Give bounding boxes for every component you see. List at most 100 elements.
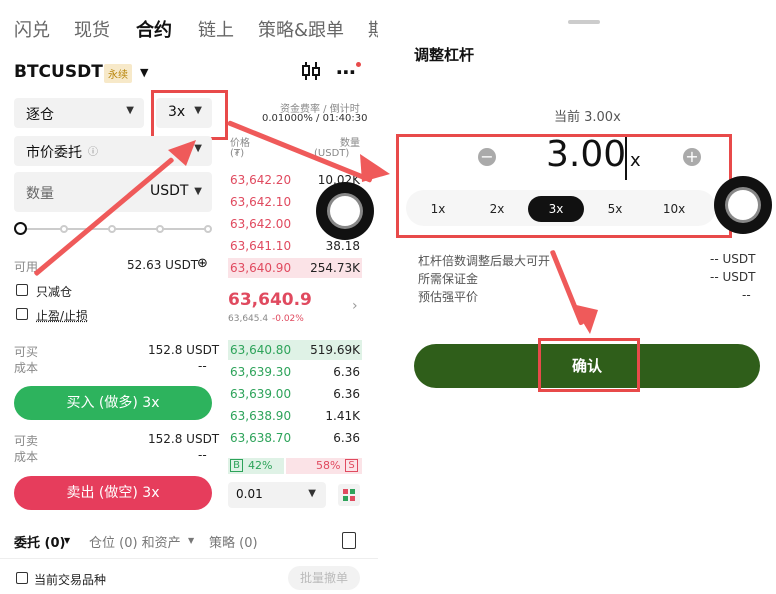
cost-value: -- xyxy=(198,359,207,373)
orderbook-layout-button[interactable] xyxy=(338,484,360,506)
buy-long-button[interactable]: 买入 (做多) 3x xyxy=(14,386,212,420)
price-unit: (₮) xyxy=(230,148,245,159)
ask-row[interactable]: 63,640.90 254.73K xyxy=(228,258,362,278)
chevron-down-icon: ▼ xyxy=(308,488,316,499)
tp-sl-checkbox[interactable] xyxy=(16,308,28,320)
slider-stop[interactable] xyxy=(60,225,68,233)
slider-stop[interactable] xyxy=(108,225,116,233)
candlestick-icon[interactable] xyxy=(300,60,322,82)
buy-ratio-tag: B xyxy=(230,459,243,472)
tp-sl-label: 止盈/止损 xyxy=(36,309,89,323)
cost2-label: 成本 xyxy=(14,450,39,464)
ask-price: 63,642.10 xyxy=(230,195,292,209)
order-type-value: 市价委托 xyxy=(26,145,82,161)
ask-price: 63,640.90 xyxy=(230,261,292,275)
ask-price: 63,641.10 xyxy=(230,239,292,253)
price-header: 价格 xyxy=(230,138,250,149)
reduce-only-label: 只减仓 xyxy=(36,285,73,299)
bid-price: 63,639.30 xyxy=(230,365,292,379)
panel-gap xyxy=(378,0,392,594)
chevron-down-icon: ▼ xyxy=(126,105,134,116)
current-pair-checkbox[interactable] xyxy=(16,572,28,584)
annotation-box-confirm xyxy=(538,338,640,392)
qty-header: 数量 xyxy=(340,138,360,149)
history-icon[interactable] xyxy=(342,532,356,549)
quantity-unit[interactable]: USDT xyxy=(150,183,188,199)
trading-panel: 闪兑 现货 合约 链上 策略&跟单 期 BTCUSDT 永续 ▼ ⋯ 逐仓 ▼ … xyxy=(0,0,386,594)
annotation-box-leverage-input xyxy=(396,134,732,238)
bid-row[interactable]: 63,640.80 519.69K xyxy=(228,340,362,360)
leverage-modal: 调整杠杆 当前 3.00x − 3.00 x + 1x 2x 3x 5x 10x… xyxy=(392,0,776,594)
drag-handle[interactable] xyxy=(568,20,600,24)
pair-dropdown-icon[interactable]: ▼ xyxy=(140,66,148,79)
tab-spot[interactable]: 现货 xyxy=(74,16,110,42)
last-price: 63,640.9 xyxy=(228,290,312,310)
floating-assistive-button[interactable] xyxy=(714,176,772,234)
current-leverage: 当前 3.00x xyxy=(554,110,621,125)
funding-value: 0.01000% / 01:40:30 xyxy=(262,113,368,124)
layout-icon xyxy=(343,489,348,494)
tab-strategy[interactable]: 策略&跟单 xyxy=(258,16,344,42)
tab-onchain[interactable]: 链上 xyxy=(198,16,234,42)
slider-stop[interactable] xyxy=(204,225,212,233)
notification-dot xyxy=(356,62,361,67)
bid-qty: 6.36 xyxy=(333,387,360,401)
annotation-arrowhead-icon xyxy=(168,140,196,166)
tick-size-select[interactable]: 0.01 ▼ xyxy=(228,482,326,508)
tab-swap[interactable]: 闪兑 xyxy=(14,16,50,42)
tab-orders[interactable]: 委托 (0) xyxy=(14,532,65,551)
bid-qty: 1.41K xyxy=(325,409,360,423)
tab-futures[interactable]: 合约 xyxy=(136,16,172,42)
bid-row[interactable]: 63,638.70 6.36 xyxy=(228,428,362,448)
bid-row[interactable]: 63,639.00 6.36 xyxy=(228,384,362,404)
tab-strategies[interactable]: 策略 (0) xyxy=(209,532,258,551)
annotation-arrowhead-icon xyxy=(572,304,598,334)
bid-row[interactable]: 63,639.30 6.36 xyxy=(228,362,362,382)
sell-short-button[interactable]: 卖出 (做空) 3x xyxy=(14,476,212,510)
sell-ratio-tag: S xyxy=(345,459,358,472)
ask-price: 63,642.00 xyxy=(230,217,292,231)
ask-qty: 38.18 xyxy=(325,239,360,253)
tick-size-value: 0.01 xyxy=(236,487,263,501)
chevron-down-icon: ▼ xyxy=(64,536,71,545)
chevron-right-icon[interactable]: › xyxy=(352,298,358,314)
available-value: 52.63 USDT xyxy=(127,258,199,272)
pair-name[interactable]: BTCUSDT xyxy=(14,62,103,82)
can-sell-label: 可卖 xyxy=(14,434,39,448)
reduce-only-checkbox[interactable] xyxy=(16,284,28,296)
bid-qty: 519.69K xyxy=(310,343,360,357)
bid-row[interactable]: 63,638.90 1.41K xyxy=(228,406,362,426)
more-icon[interactable]: ⋯ xyxy=(336,60,357,84)
info-value: -- USDT xyxy=(710,252,756,266)
slider-stop[interactable] xyxy=(156,225,164,233)
ask-price: 63,642.20 xyxy=(230,173,292,187)
bid-qty: 6.36 xyxy=(333,365,360,379)
info-icon[interactable]: ⓘ xyxy=(88,143,98,158)
slider-knob[interactable] xyxy=(14,222,27,235)
annotation-arrowhead-icon xyxy=(360,154,390,182)
mark-price: 63,645.4 xyxy=(228,314,269,324)
perpetual-tag: 永续 xyxy=(104,64,132,83)
tab-positions[interactable]: 仓位 (0) 和资产 xyxy=(89,532,181,551)
quantity-placeholder: 数量 xyxy=(26,186,54,202)
batch-cancel-button[interactable]: 批量撤单 xyxy=(288,566,360,590)
layout-icon xyxy=(343,496,348,501)
bid-price: 63,638.90 xyxy=(230,409,292,423)
bid-price: 63,638.70 xyxy=(230,431,292,445)
transfer-icon[interactable]: ⊕ xyxy=(197,256,208,271)
bid-price: 63,640.80 xyxy=(230,343,292,357)
margin-mode-select[interactable]: 逐仓 ▼ xyxy=(14,98,144,128)
info-key: 杠杆倍数调整后最大可开 xyxy=(418,254,551,268)
margin-mode-value: 逐仓 xyxy=(26,107,54,123)
info-value: -- USDT xyxy=(710,270,756,284)
chevron-down-icon: ▼ xyxy=(194,186,202,197)
divider xyxy=(0,558,378,559)
top-nav: 闪兑 现货 合约 链上 策略&跟单 期 xyxy=(0,12,386,46)
bid-qty: 6.36 xyxy=(333,431,360,445)
ask-qty: 254.73K xyxy=(310,261,360,275)
cost2-value: -- xyxy=(198,448,207,462)
bid-price: 63,639.00 xyxy=(230,387,292,401)
floating-assistive-button[interactable] xyxy=(316,182,374,240)
info-key: 所需保证金 xyxy=(418,272,479,286)
layout-icon xyxy=(350,489,355,494)
